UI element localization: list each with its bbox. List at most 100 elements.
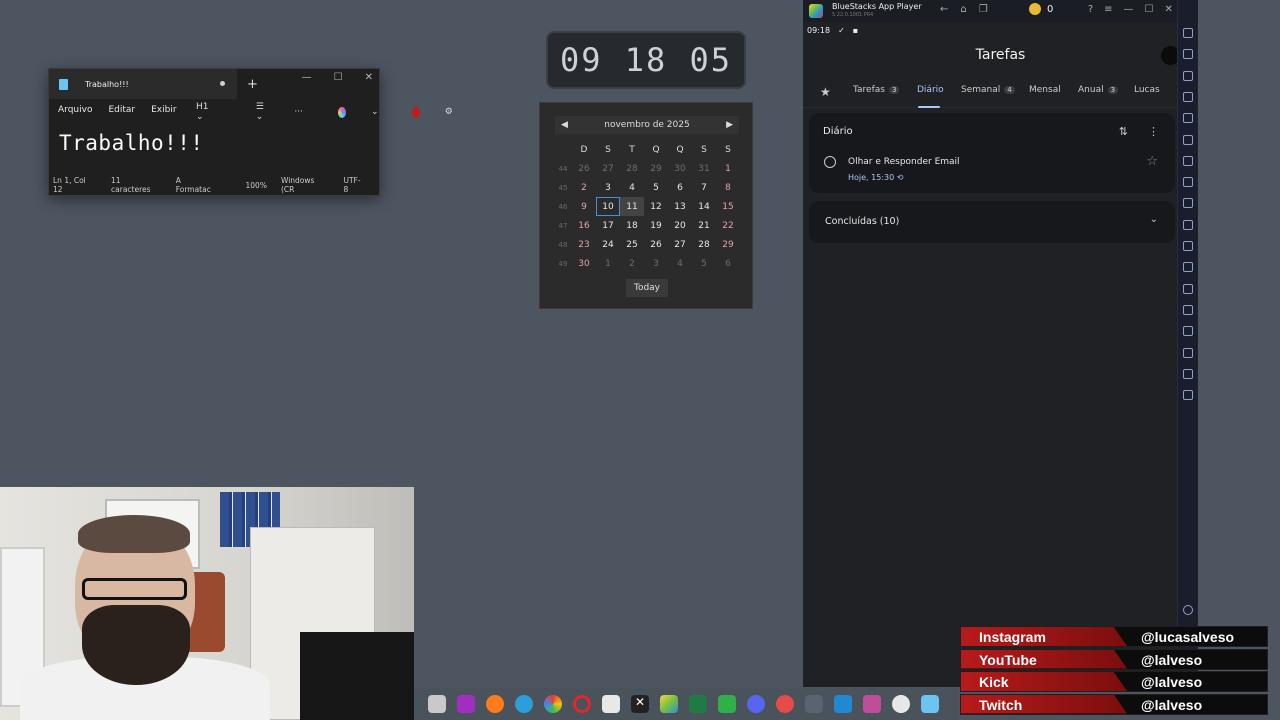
help-icon[interactable]: ? (1088, 4, 1093, 15)
app-icon-2[interactable] (863, 695, 881, 713)
notepad-taskbar-icon[interactable] (602, 695, 620, 713)
opera-icon[interactable] (573, 695, 591, 713)
calendar-day[interactable]: 19 (644, 216, 668, 235)
zoom-level[interactable]: 100% (246, 181, 267, 190)
sheets-icon[interactable] (718, 695, 736, 713)
excel-icon[interactable] (689, 695, 707, 713)
keyboard-icon[interactable] (1183, 70, 1193, 81)
chevron-down-icon[interactable]: ⌄ (1150, 214, 1158, 225)
menu-editar[interactable]: Editar (108, 105, 135, 115)
calendar-day[interactable]: 28 (620, 159, 644, 178)
sync-icon[interactable] (1183, 368, 1193, 379)
calendar-day[interactable]: 17 (596, 216, 620, 235)
fullscreen-icon[interactable] (1183, 28, 1193, 38)
coin-counter[interactable]: 0 (1029, 3, 1053, 15)
gear-icon[interactable] (1183, 605, 1193, 615)
back-icon[interactable]: ← (940, 4, 948, 15)
notepad-text-area[interactable]: Trabalho!!! (49, 121, 379, 169)
calendar-day[interactable]: 2 (572, 178, 596, 197)
maximize-icon[interactable]: ☐ (1145, 4, 1154, 15)
encoding[interactable]: UTF-8 (343, 176, 365, 194)
calendar-day[interactable]: 25 (620, 235, 644, 254)
next-month-icon[interactable]: ▶ (726, 120, 733, 130)
app-icon-3[interactable] (892, 695, 910, 713)
stats-icon[interactable] (1183, 177, 1193, 188)
obs-icon[interactable] (776, 695, 794, 713)
close-icon[interactable]: ✕ (365, 72, 373, 83)
screen-record-icon[interactable] (1183, 134, 1193, 145)
star-icon[interactable]: ☆ (1146, 154, 1158, 169)
calendar-day[interactable]: 6 (668, 178, 692, 197)
calendar-day[interactable]: 1 (716, 159, 740, 178)
menu-exibir[interactable]: Exibir (151, 105, 176, 115)
record-icon[interactable] (411, 106, 420, 118)
calendar-day[interactable]: 27 (596, 159, 620, 178)
tab-diario[interactable]: Diário (917, 85, 944, 95)
panel-icon[interactable] (1183, 390, 1193, 401)
location-icon[interactable] (1183, 113, 1193, 124)
calendar-day[interactable]: 3 (644, 254, 668, 273)
gear-icon[interactable]: ⚙ (445, 107, 453, 117)
firefox-icon[interactable] (486, 695, 504, 713)
layers-icon[interactable] (1183, 347, 1193, 358)
menu-icon[interactable]: ≡ (1104, 4, 1112, 15)
tab-lucas[interactable]: Lucas (1134, 85, 1160, 95)
calendar-day[interactable]: 2 (620, 254, 644, 273)
calendar-day[interactable]: 10 (596, 197, 620, 216)
chrome-icon[interactable] (544, 695, 562, 713)
minimize-icon[interactable]: — (302, 72, 312, 83)
minimize-icon[interactable]: — (1124, 4, 1134, 15)
calendar-day[interactable]: 4 (620, 178, 644, 197)
calendar-day[interactable]: 31 (692, 159, 716, 178)
tab-anual[interactable]: Anual 3 (1078, 85, 1119, 95)
task-title[interactable]: Olhar e Responder Email (848, 157, 960, 167)
install-apk-icon[interactable] (1183, 155, 1193, 166)
today-button[interactable]: Today (626, 279, 668, 297)
discord-icon[interactable] (747, 695, 765, 713)
list-icon[interactable]: ☰ ⌄ (256, 102, 270, 122)
tab-tarefas[interactable]: Tarefas 3 (853, 85, 900, 95)
calendar-day[interactable]: 30 (668, 159, 692, 178)
prev-month-icon[interactable]: ◀ (561, 120, 568, 130)
calendar-day[interactable]: 4 (668, 254, 692, 273)
calendar-day[interactable]: 22 (716, 216, 740, 235)
format-status[interactable]: A Formatac (176, 176, 232, 194)
tab-mensal[interactable]: Mensal (1029, 85, 1061, 95)
screenshot-icon[interactable] (1183, 198, 1193, 209)
app-icon[interactable] (457, 695, 475, 713)
x-icon[interactable]: ✕ (631, 695, 649, 713)
calendar-day[interactable]: 20 (668, 216, 692, 235)
copy-icon[interactable] (1183, 283, 1193, 294)
notepad-tab[interactable]: Trabalho!!! (49, 69, 237, 99)
calendar-day[interactable]: 30 (572, 254, 596, 273)
calendar-day[interactable]: 29 (716, 235, 740, 254)
notepad-app-icon[interactable] (921, 695, 939, 713)
calendar-day[interactable]: 9 (572, 197, 596, 216)
home-icon[interactable]: ⌂ (960, 4, 966, 15)
tab-semanal[interactable]: Semanal 4 (961, 85, 1015, 95)
month-label[interactable]: novembro de 2025 (604, 120, 689, 130)
sort-icon[interactable]: ⇅ (1119, 125, 1128, 138)
calendar-day[interactable]: 5 (644, 178, 668, 197)
folder-icon[interactable] (1183, 241, 1193, 251)
eraser-icon[interactable] (1183, 304, 1193, 315)
calendar-day[interactable]: 23 (572, 235, 596, 254)
task-checkbox[interactable] (824, 156, 836, 168)
bluestacks-taskbar-icon[interactable] (660, 695, 678, 713)
copilot-icon[interactable] (337, 106, 347, 118)
gamepad-icon[interactable] (1183, 262, 1193, 273)
calendar-day[interactable]: 21 (692, 216, 716, 235)
edge-icon[interactable] (515, 695, 533, 713)
heading-select[interactable]: H1 ⌄ (196, 102, 225, 122)
snipping-tool-icon[interactable] (428, 695, 446, 713)
calendar-day[interactable]: 14 (692, 197, 716, 216)
calendar-day[interactable]: 12 (644, 197, 668, 216)
photos-icon[interactable] (805, 695, 823, 713)
calendar-day[interactable]: 16 (572, 216, 596, 235)
completed-section[interactable]: Concluídas (10) ⌄ (809, 201, 1175, 243)
calendar-day[interactable]: 26 (572, 159, 596, 178)
calendar-day[interactable]: 15 (716, 197, 740, 216)
new-tab-button[interactable]: + (247, 77, 258, 92)
calendar-day[interactable]: 8 (716, 178, 740, 197)
macro-icon[interactable] (1183, 326, 1193, 337)
